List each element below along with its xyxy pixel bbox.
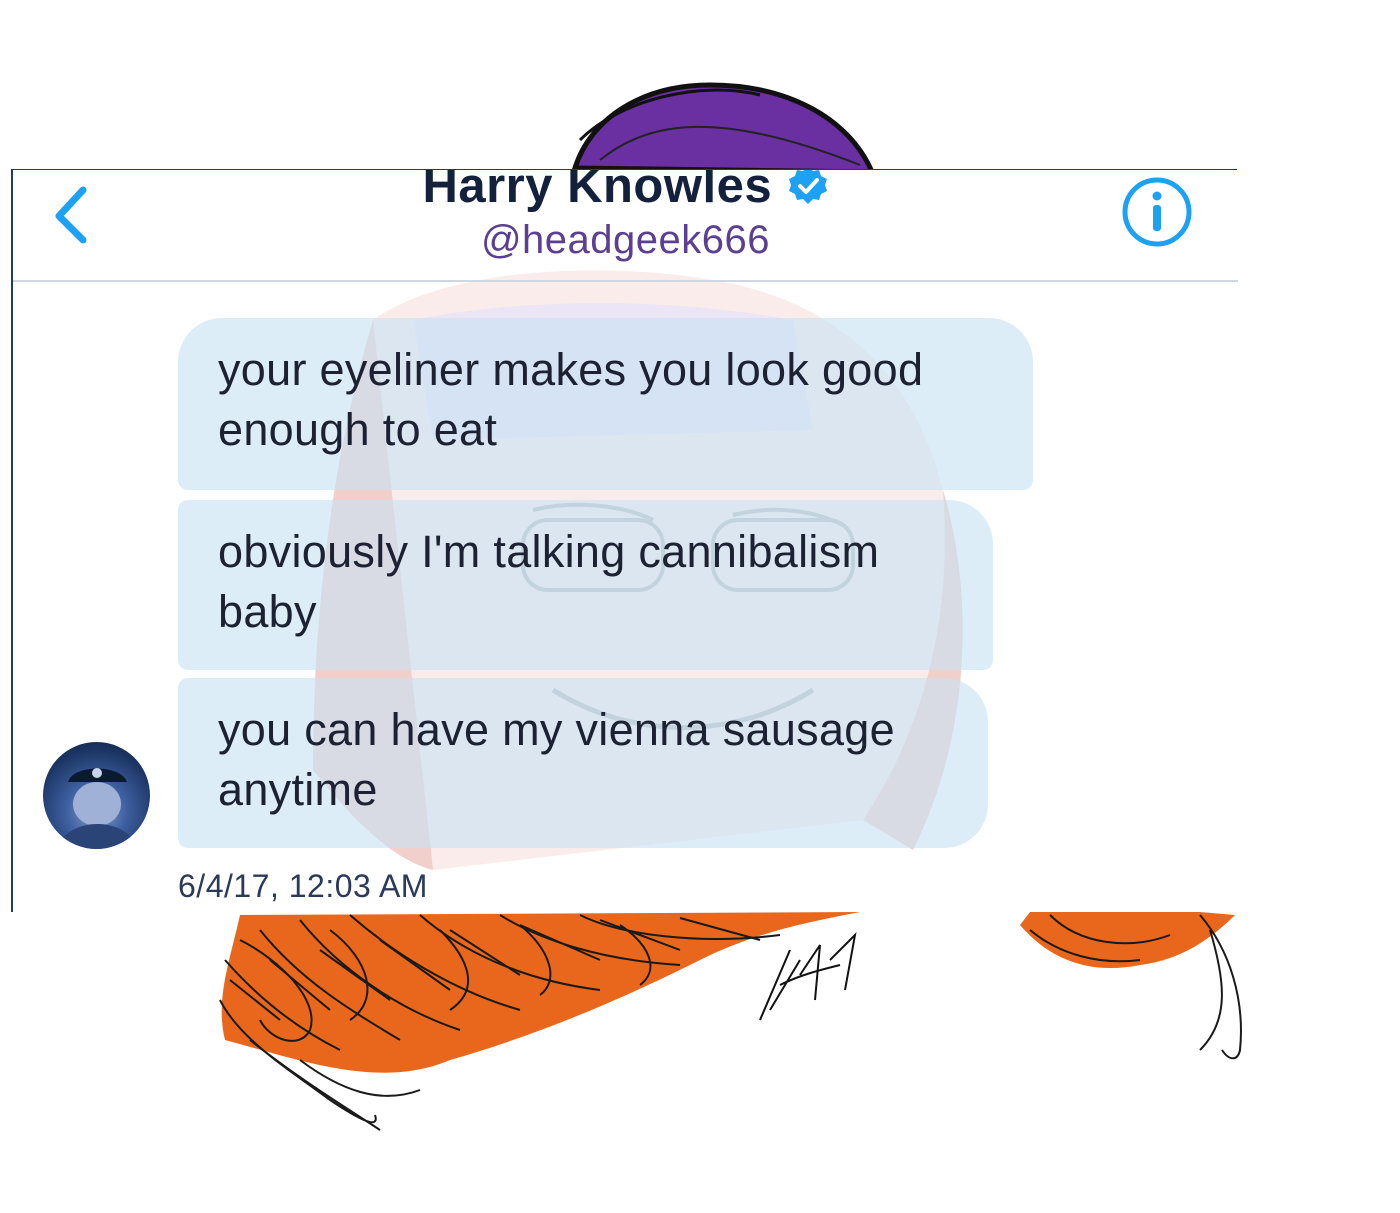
message-text: obviously I'm talking cannibalism baby [218, 526, 880, 637]
message-timestamp: 6/4/17, 12:03 AM [178, 868, 428, 904]
hair-scribble-left [219, 912, 861, 1131]
message-bubble[interactable]: you can have my vienna sausage anytime [178, 678, 988, 848]
signature-mark [759, 932, 857, 1021]
message-text: your eyeliner makes you look good enough… [218, 344, 924, 455]
verified-badge-icon [788, 170, 827, 204]
conversation-header: Harry Knowles @headgeek666 [13, 170, 1238, 282]
dm-conversation-screen: Harry Knowles @headgeek666 your eyeliner… [11, 170, 1238, 912]
avatar-portrait [57, 768, 137, 849]
info-icon[interactable] [1120, 175, 1194, 249]
title-row: Harry Knowles [13, 170, 1238, 214]
contact-handle: @headgeek666 [480, 218, 771, 262]
message-text: you can have my vienna sausage anytime [218, 704, 895, 815]
message-bubble[interactable]: your eyeliner makes you look good enough… [178, 318, 1033, 490]
message-bubble[interactable]: obviously I'm talking cannibalism baby [178, 500, 993, 670]
avatar[interactable] [43, 742, 150, 849]
contact-name[interactable]: Harry Knowles [422, 170, 772, 214]
hair-scribble-right [1020, 912, 1242, 1060]
